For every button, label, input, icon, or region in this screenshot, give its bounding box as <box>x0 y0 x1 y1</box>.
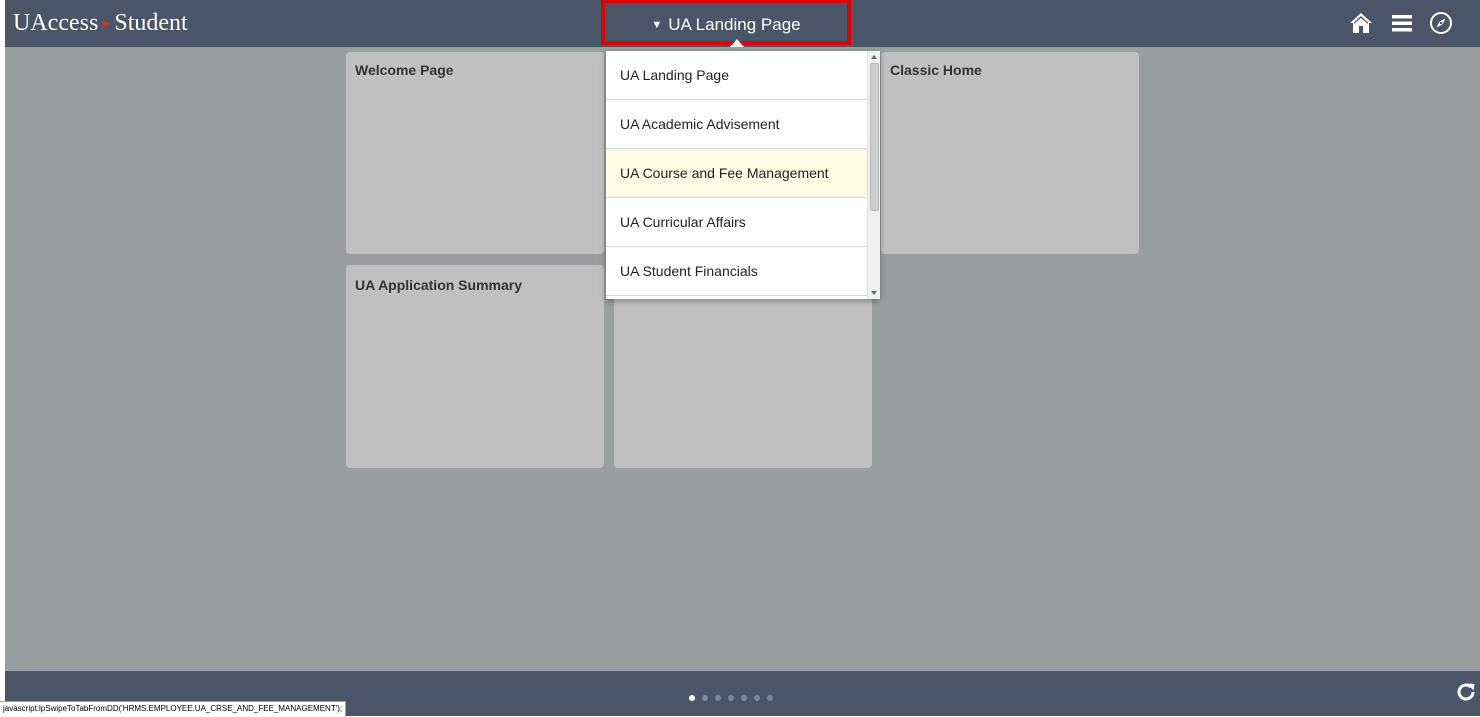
page-dot[interactable] <box>741 695 747 701</box>
brand-primary: UAccess <box>13 10 99 36</box>
navbar-compass-icon[interactable] <box>1428 10 1454 36</box>
page-dot[interactable] <box>767 695 773 701</box>
scroll-up-arrow-icon[interactable] <box>871 55 877 59</box>
menu-icon[interactable] <box>1389 10 1415 36</box>
dropdown-item[interactable]: UA Academic Advisement <box>606 100 868 149</box>
tile-classic-home[interactable]: Classic Home <box>881 52 1139 254</box>
refresh-icon[interactable] <box>1454 680 1478 704</box>
dropdown-item[interactable]: UA Curricular Affairs <box>606 198 868 247</box>
page-dot[interactable] <box>715 695 721 701</box>
page-selector-label: UA Landing Page <box>668 15 801 34</box>
status-bar-url: javascript:lpSwipeToTabFromDD('HRMS.EMPL… <box>0 701 347 717</box>
tile-welcome-page[interactable]: Welcome Page <box>346 52 604 254</box>
tile-title: Classic Home <box>890 62 982 78</box>
landing-page-selector[interactable]: ▼ UA Landing Page <box>601 0 851 45</box>
caret-down-icon: ▼ <box>651 19 663 31</box>
brand-secondary: Student <box>114 10 188 36</box>
scroll-thumb[interactable] <box>870 63 879 211</box>
home-icon[interactable] <box>1348 10 1374 36</box>
tile-ua-application-summary[interactable]: UA Application Summary <box>346 265 604 468</box>
page-dot[interactable] <box>702 695 708 701</box>
page-indicator <box>689 688 780 706</box>
landing-page-dropdown: UA Landing Page UA Academic Advisement U… <box>606 51 880 299</box>
page-dot[interactable] <box>754 695 760 701</box>
tile-title: UA Application Summary <box>355 277 522 293</box>
brand-logo: UAccess ▸ Student <box>13 9 188 40</box>
tile-title: Welcome Page <box>355 62 454 78</box>
scroll-down-arrow-icon[interactable] <box>871 291 877 295</box>
dropdown-pointer <box>730 39 744 47</box>
dropdown-item[interactable]: UA Landing Page <box>606 51 868 100</box>
dropdown-item[interactable]: UA Course and Fee Management <box>606 149 868 198</box>
page-dot[interactable] <box>728 695 734 701</box>
dropdown-scrollbar[interactable] <box>867 51 880 299</box>
brand-separator: ▸ <box>102 15 111 32</box>
page-dot[interactable] <box>689 695 695 701</box>
dropdown-item[interactable]: UA Student Financials <box>606 247 868 296</box>
